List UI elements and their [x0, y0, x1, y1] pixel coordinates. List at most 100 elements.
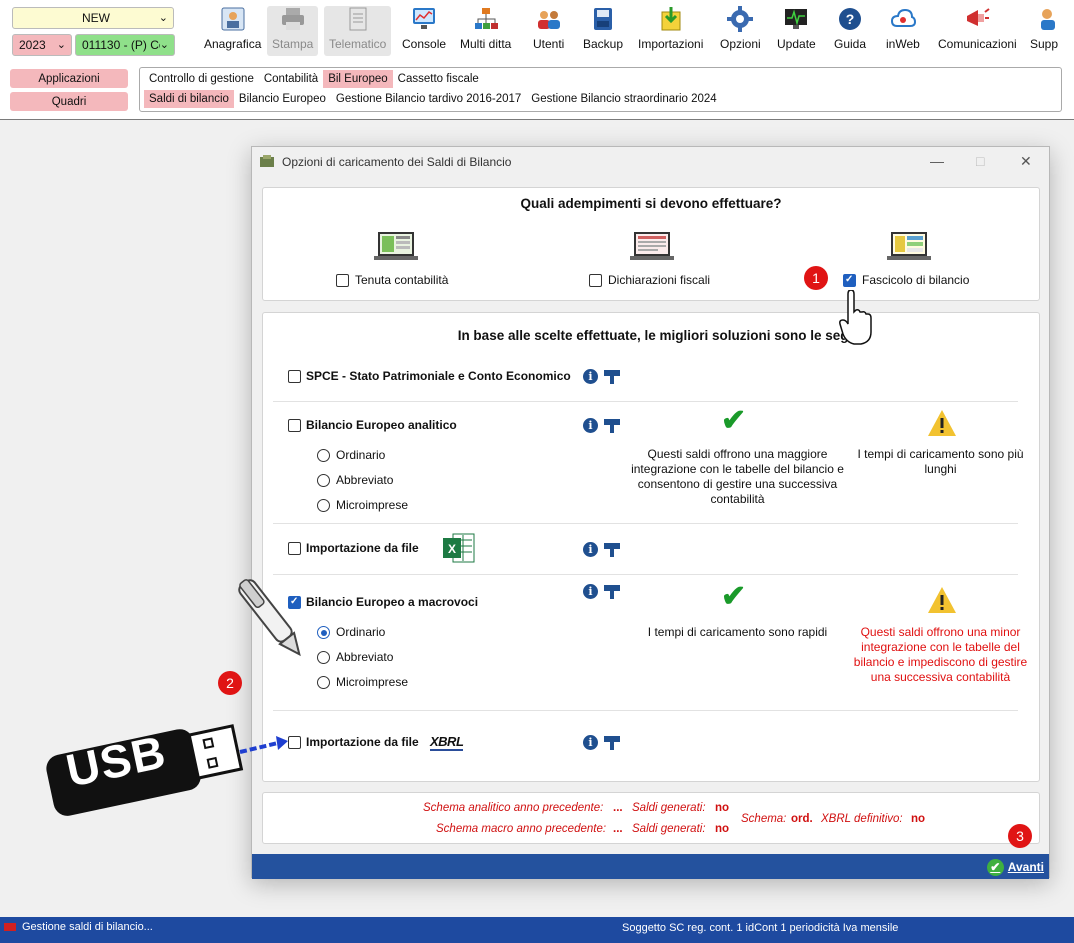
- status-bar: Gestione saldi di bilancio... Soggetto S…: [0, 917, 1074, 943]
- help-icon: ?: [836, 6, 864, 32]
- menu-bilancio-straordinario[interactable]: Gestione Bilancio straordinario 2024: [526, 90, 721, 108]
- tools-icon[interactable]: [603, 735, 621, 750]
- info-icon[interactable]: i: [583, 418, 598, 433]
- person-card-icon: [219, 6, 247, 32]
- radio-label: Microimprese: [336, 675, 409, 689]
- maximize-icon: □: [976, 153, 985, 169]
- schema-macro-value: ...: [613, 823, 623, 835]
- tenuta-contabilita-checkbox[interactable]: [336, 274, 349, 287]
- info-icon[interactable]: i: [583, 542, 598, 557]
- macrovoci-pro-note: I tempi di caricamento sono rapidi: [647, 625, 828, 639]
- tools-icon[interactable]: [603, 369, 621, 384]
- chevron-down-icon: ⌄: [56, 39, 66, 51]
- tools-icon[interactable]: [603, 542, 621, 557]
- radio-label: Microimprese: [336, 498, 409, 512]
- analitico-abbreviato-radio[interactable]: [317, 474, 330, 487]
- fascicolo-bilancio-checkbox[interactable]: [843, 274, 856, 287]
- toolbar-button-label: Multi ditta: [460, 37, 512, 51]
- minimize-icon[interactable]: —: [930, 153, 944, 169]
- toolbar-button-label: Telematico: [329, 37, 387, 51]
- toolbar-console-button[interactable]: Console: [402, 6, 446, 56]
- xbrl-logo: XBRL: [430, 734, 464, 751]
- avanti-button[interactable]: ✔ Avanti: [986, 857, 1044, 877]
- module-menu: Controllo di gestione Contabilità Bil Eu…: [139, 67, 1062, 112]
- toolbar-utenti-button[interactable]: Utenti: [533, 6, 564, 56]
- analitico-con-note: I tempi di caricamento sono più lunghi: [857, 447, 1024, 476]
- adempimenti-panel: Quali adempimenti si devono effettuare? …: [262, 187, 1040, 301]
- radio-label: Ordinario: [336, 448, 386, 462]
- applicazioni-button[interactable]: Applicazioni: [10, 69, 128, 88]
- tools-icon[interactable]: [603, 418, 621, 433]
- app-window-icon: [260, 155, 274, 167]
- module-menu-row-1: Controllo di gestione Contabilità Bil Eu…: [144, 70, 484, 88]
- cloud-icon: [889, 6, 917, 32]
- import-excel-label: Importazione da file: [306, 541, 419, 555]
- status-left-text: Gestione saldi di bilancio...: [22, 921, 153, 933]
- import-xbrl-label: Importazione da file: [306, 735, 419, 749]
- toolbar-opzioni-button[interactable]: Opzioni: [720, 6, 761, 56]
- saldi-generati-value: no: [715, 823, 730, 835]
- menu-bil-europeo[interactable]: Bil Europeo: [323, 70, 393, 88]
- menu-contabilita[interactable]: Contabilità: [259, 70, 323, 88]
- toolbar-inweb-button[interactable]: inWeb: [886, 6, 920, 56]
- blue-arrow-icon: [239, 736, 288, 754]
- analitico-pro-note: Questi saldi offrono una maggiore integr…: [631, 447, 844, 506]
- import-excel-checkbox[interactable]: [288, 542, 301, 555]
- tools-icon[interactable]: [603, 584, 621, 599]
- saldi-options-dialog: Opzioni di caricamento dei Saldi di Bila…: [251, 146, 1050, 879]
- toolbar-stampa-button: Stampa: [267, 6, 319, 56]
- radio-label: Ordinario: [336, 625, 386, 639]
- divider: [273, 710, 1018, 711]
- analitico-checkbox[interactable]: [288, 419, 301, 432]
- info-icon[interactable]: i: [583, 369, 598, 384]
- toolbar-guida-button[interactable]: ? Guida: [834, 6, 866, 56]
- mode-select[interactable]: NEW ⌄: [12, 7, 174, 29]
- saldi-generati-label: Saldi generati:: [632, 823, 706, 835]
- svg-text:?: ?: [846, 11, 855, 27]
- year-select-value: 2023: [19, 38, 46, 52]
- toolbar-update-button[interactable]: Update: [777, 6, 816, 56]
- users-icon: [535, 6, 563, 32]
- dialog-titlebar: Opzioni di caricamento dei Saldi di Bila…: [252, 147, 1049, 177]
- org-chart-icon: [472, 6, 500, 32]
- avanti-label: Avanti: [1007, 860, 1044, 874]
- company-select[interactable]: 011130 - (P) Co ⌄: [75, 34, 175, 56]
- menu-saldi-bilancio[interactable]: Saldi di bilancio: [144, 90, 234, 108]
- dichiarazioni-fiscali-checkbox[interactable]: [589, 274, 602, 287]
- menu-controllo-gestione[interactable]: Controllo di gestione: [144, 70, 259, 88]
- macrovoci-microimprese-radio[interactable]: [317, 676, 330, 689]
- chevron-down-icon: ⌄: [158, 12, 168, 24]
- year-select[interactable]: 2023 ⌄: [12, 34, 72, 56]
- printer-icon: [279, 6, 307, 32]
- info-icon[interactable]: i: [583, 584, 598, 599]
- menu-cassetto-fiscale[interactable]: Cassetto fiscale: [393, 70, 484, 88]
- analitico-microimprese-radio[interactable]: [317, 499, 330, 512]
- menu-bilancio-tardivo[interactable]: Gestione Bilancio tardivo 2016-2017: [331, 90, 526, 108]
- laptop-report-icon: [887, 232, 931, 260]
- macrovoci-con-note: Questi saldi offrono una minor integrazi…: [853, 625, 1028, 684]
- toolbar-importazioni-button[interactable]: Importazioni: [638, 6, 703, 56]
- toolbar-backup-button[interactable]: Backup: [583, 6, 623, 56]
- gear-icon: [726, 6, 754, 32]
- step-marker-1: 1: [804, 266, 828, 290]
- toolbar-button-label: Comunicazioni: [938, 37, 1017, 51]
- analitico-ordinario-radio[interactable]: [317, 449, 330, 462]
- info-icon[interactable]: i: [583, 735, 598, 750]
- toolbar-anagrafica-button[interactable]: Anagrafica: [204, 6, 261, 56]
- hand-pointer-icon: [839, 290, 872, 345]
- toolbar-supp-button[interactable]: Supp: [1030, 6, 1058, 56]
- spce-checkbox[interactable]: [288, 370, 301, 383]
- close-icon[interactable]: ✕: [1020, 153, 1032, 170]
- menu-bilancio-europeo[interactable]: Bilancio Europeo: [234, 90, 331, 108]
- toolbar-button-label: Console: [402, 37, 447, 51]
- tenuta-contabilita-label: Tenuta contabilità: [355, 273, 449, 287]
- toolbar-comunicazioni-button[interactable]: Comunicazioni: [938, 6, 1017, 56]
- schema-label: Schema:: [741, 813, 787, 825]
- quadri-button[interactable]: Quadri: [10, 92, 128, 111]
- macrovoci-abbreviato-radio[interactable]: [317, 651, 330, 664]
- macrovoci-ordinario-radio[interactable]: [317, 626, 330, 639]
- toolbar-telematico-button: Telematico: [324, 6, 392, 56]
- toolbar-multi-ditta-button[interactable]: Multi ditta: [460, 6, 511, 56]
- dialog-title: Opzioni di caricamento dei Saldi di Bila…: [282, 155, 512, 169]
- support-icon: [1030, 6, 1058, 32]
